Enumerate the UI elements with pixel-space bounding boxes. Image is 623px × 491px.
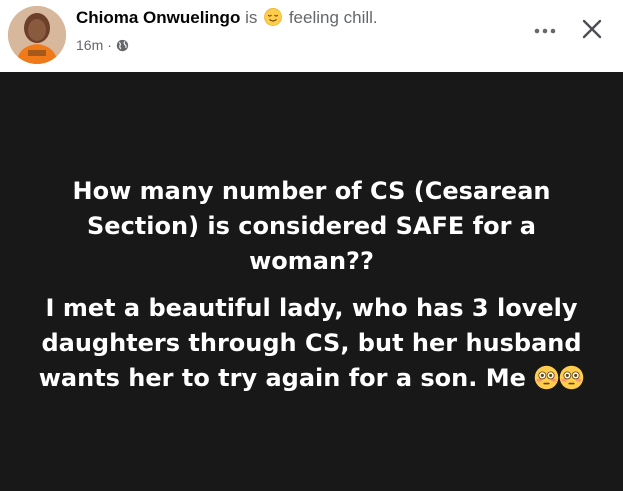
feeling-text[interactable]: feeling chill. <box>289 8 378 27</box>
avatar[interactable] <box>8 6 66 64</box>
relieved-face-emoji-icon <box>264 8 282 26</box>
post-question: How many number of CS (Cesarean Section)… <box>72 176 551 275</box>
more-options-button[interactable] <box>527 16 563 46</box>
flushed-face-icon <box>534 365 559 389</box>
post-meta: 16m · <box>76 37 129 53</box>
post-timestamp[interactable]: 16m <box>76 37 103 53</box>
post-header: Chioma Onwuelingo is feeling chill. 16m … <box>0 0 623 72</box>
post-story-text: I met a beautiful lady, who has 3 lovely… <box>38 293 582 392</box>
meta-separator: · <box>107 37 112 53</box>
close-button[interactable] <box>575 12 609 46</box>
post-body: How many number of CS (Cesarean Section)… <box>0 72 623 491</box>
avatar-image <box>8 6 66 64</box>
author-name[interactable]: Chioma Onwuelingo <box>76 8 240 27</box>
flushed-face-icon <box>559 365 584 389</box>
post-story: I met a beautiful lady, who has 3 lovely… <box>22 291 601 396</box>
close-icon <box>582 19 602 39</box>
author-line: Chioma Onwuelingo is feeling chill. <box>76 8 378 28</box>
is-word: is <box>245 8 258 27</box>
globe-icon <box>116 39 129 51</box>
more-options-icon <box>534 28 556 34</box>
